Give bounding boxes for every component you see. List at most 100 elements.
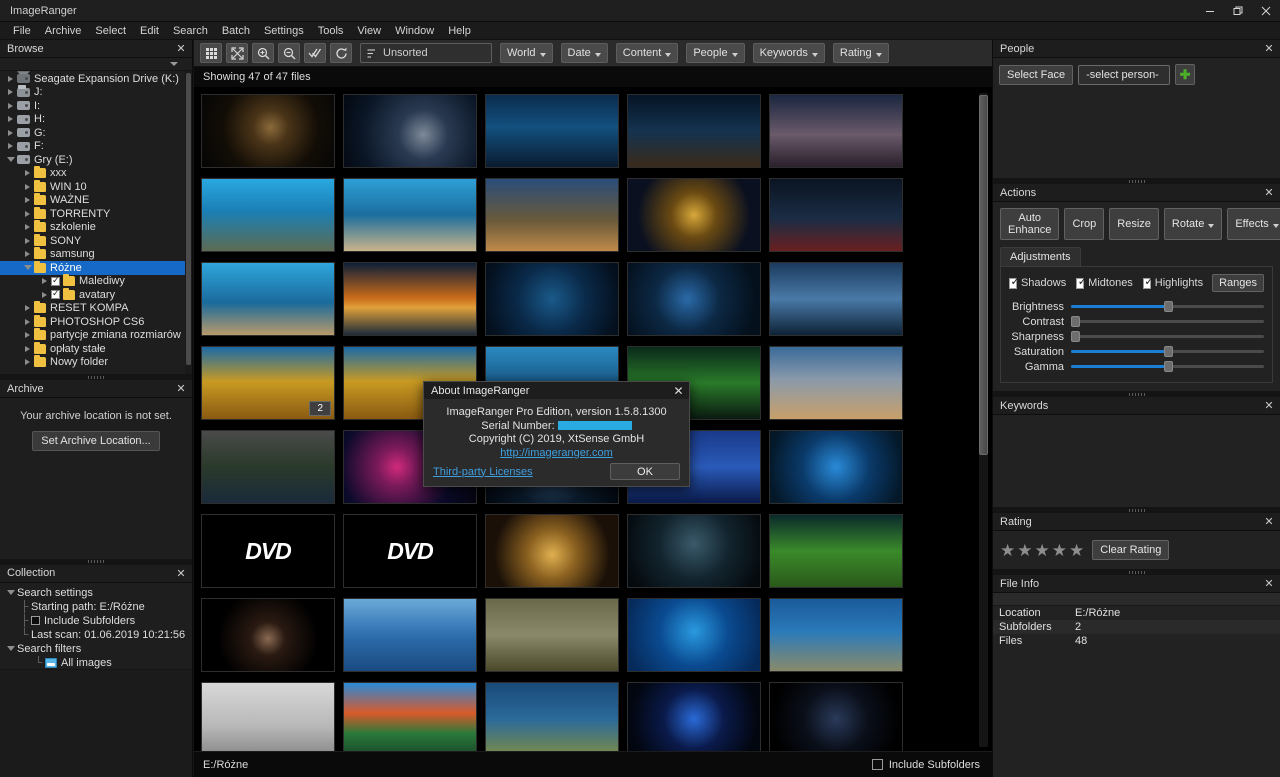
tree-item-szkolenie[interactable]: szkolenie <box>0 220 192 235</box>
close-icon[interactable]: ✕ <box>174 382 188 396</box>
thumbnail-hummingbird[interactable] <box>485 598 619 672</box>
resize-button[interactable]: Resize <box>1109 208 1159 240</box>
thumbnail-nsa-seal[interactable] <box>769 682 903 751</box>
close-icon[interactable]: ✕ <box>1262 399 1276 413</box>
dropdown-world[interactable]: World <box>500 43 553 63</box>
thumbnail-pyramids-clouds[interactable] <box>769 346 903 420</box>
thumbnail-clouds-sky[interactable] <box>769 262 903 336</box>
chevron-right-icon[interactable] <box>4 102 17 109</box>
menu-settings[interactable]: Settings <box>257 24 311 38</box>
tree-item-sony[interactable]: SONY <box>0 233 192 248</box>
menu-select[interactable]: Select <box>88 24 133 38</box>
chevron-down-icon[interactable] <box>170 62 178 66</box>
fullscreen-icon[interactable] <box>226 43 248 63</box>
thumbnail-aquarium-rocks[interactable] <box>201 178 335 252</box>
slider-brightness[interactable] <box>1071 301 1264 312</box>
select-face-button[interactable]: Select Face <box>999 64 1074 85</box>
star-icon-2[interactable]: ★ <box>1017 542 1032 559</box>
close-button[interactable] <box>1252 0 1280 22</box>
menu-search[interactable]: Search <box>166 24 215 38</box>
thumbnail-aquarium-stones[interactable] <box>769 598 903 672</box>
tree-item-seagate-expansion-drive-k[interactable]: Seagate Expansion Drive (K:) <box>0 72 192 86</box>
ok-button[interactable]: OK <box>610 463 680 480</box>
tree-item-r-ne[interactable]: Różne <box>0 260 192 275</box>
thumbnail-aquarium-plants[interactable] <box>485 682 619 751</box>
thumbnail-padi-logo[interactable] <box>627 598 761 672</box>
chevron-down-icon[interactable] <box>21 265 34 271</box>
chevron-right-icon[interactable] <box>38 278 51 285</box>
thumbnail-coral-reef[interactable] <box>343 178 477 252</box>
grid-scrollbar[interactable] <box>979 93 988 747</box>
chevron-right-icon[interactable] <box>21 224 34 231</box>
thumbnail-dark-blue-glow[interactable] <box>627 682 761 751</box>
ranges-button[interactable]: Ranges <box>1212 274 1264 292</box>
tree-item-j[interactable]: J: <box>0 84 192 100</box>
third-party-licenses-link[interactable]: Third-party Licenses <box>433 466 533 478</box>
chevron-down-icon[interactable] <box>4 157 17 163</box>
thumbnail-trucks[interactable] <box>201 430 335 504</box>
menu-edit[interactable]: Edit <box>133 24 166 38</box>
tree-item-malediwy[interactable]: Malediwy <box>0 274 192 289</box>
close-icon[interactable]: ✕ <box>671 383 686 398</box>
thumbnail-coral-yellow[interactable]: 2 <box>201 346 335 420</box>
menu-window[interactable]: Window <box>388 24 441 38</box>
slider-handle[interactable] <box>1163 361 1173 372</box>
thumbnail-blue-abstract[interactable] <box>627 262 761 336</box>
chevron-right-icon[interactable] <box>21 332 34 339</box>
tree-item-wa-ne[interactable]: WAŻNE <box>0 193 192 208</box>
close-icon[interactable]: ✕ <box>1262 515 1276 529</box>
thumbnail-lion[interactable] <box>201 94 335 168</box>
dropdown-rating[interactable]: Rating <box>832 43 889 63</box>
tree-item-reset-kompa[interactable]: RESET KOMPA <box>0 301 192 316</box>
thumbnail-hand-dark[interactable] <box>201 598 335 672</box>
thumbnail-dvd-video-2[interactable]: DVD <box>343 514 477 588</box>
thumbnail-golden-pyramid[interactable] <box>485 514 619 588</box>
slider-sharpness[interactable] <box>1071 331 1264 342</box>
slider-handle[interactable] <box>1163 301 1173 312</box>
star-icon-3[interactable]: ★ <box>1035 542 1050 559</box>
thumbnail-green-aquarium[interactable] <box>769 514 903 588</box>
slider-contrast[interactable] <box>1071 316 1264 327</box>
close-icon[interactable]: ✕ <box>1262 186 1276 200</box>
effects-dropdown[interactable]: Effects <box>1227 208 1280 240</box>
tree-item-torrenty[interactable]: TORRENTY <box>0 206 192 221</box>
collection-item[interactable]: Search settings <box>4 586 192 600</box>
tree-scrollbar[interactable] <box>185 71 192 374</box>
thumbnail-arabic-calligraphy[interactable] <box>485 262 619 336</box>
tree-item-i[interactable]: I: <box>0 99 192 113</box>
tree-item-win-10[interactable]: WIN 10 <box>0 179 192 194</box>
thumbnail-sunset-sea[interactable] <box>343 262 477 336</box>
chevron-right-icon[interactable] <box>4 129 17 136</box>
sort-select[interactable]: Unsorted <box>360 43 492 63</box>
tree-item-partycje-zmiana-rozmiar-w[interactable]: partycje zmiana rozmiarów <box>0 328 192 343</box>
tree-item-checkbox[interactable] <box>51 275 60 286</box>
menu-tools[interactable]: Tools <box>311 24 351 38</box>
slider-saturation[interactable] <box>1071 346 1264 357</box>
close-icon[interactable]: ✕ <box>1262 42 1276 56</box>
include-subfolders-checkbox[interactable] <box>31 616 40 625</box>
zoom-in-icon[interactable] <box>252 43 274 63</box>
thumbnail-pyramid-night[interactable] <box>627 94 761 168</box>
auto-enhance-button[interactable]: Auto Enhance <box>1000 208 1060 240</box>
tree-item-f[interactable]: F: <box>0 140 192 154</box>
star-icon-5[interactable]: ★ <box>1069 542 1084 559</box>
thumbnail-white-figure[interactable] <box>201 682 335 751</box>
thumbnail-blue-mountains[interactable] <box>485 94 619 168</box>
thumbnail-pyramids-desert[interactable] <box>485 178 619 252</box>
chevron-right-icon[interactable] <box>21 345 34 352</box>
chevron-right-icon[interactable] <box>4 89 17 96</box>
star-rating[interactable]: ★ ★ ★ ★ ★ <box>1000 542 1084 559</box>
highlights-checkbox[interactable] <box>1142 276 1153 289</box>
tree-item-checkbox[interactable] <box>51 288 60 300</box>
menu-help[interactable]: Help <box>441 24 478 38</box>
refresh-icon[interactable] <box>330 43 352 63</box>
shadows-checkbox[interactable] <box>1009 276 1020 289</box>
chevron-down-icon[interactable] <box>4 646 17 651</box>
tree-item-samsung[interactable]: samsung <box>0 247 192 262</box>
menu-view[interactable]: View <box>350 24 388 38</box>
crop-button[interactable]: Crop <box>1064 208 1105 240</box>
tab-adjustments[interactable]: Adjustments <box>1000 247 1081 266</box>
thumbnail-red-mountains[interactable] <box>343 682 477 751</box>
thumbnail-starship-planet[interactable] <box>343 94 477 168</box>
chevron-right-icon[interactable] <box>21 170 34 177</box>
